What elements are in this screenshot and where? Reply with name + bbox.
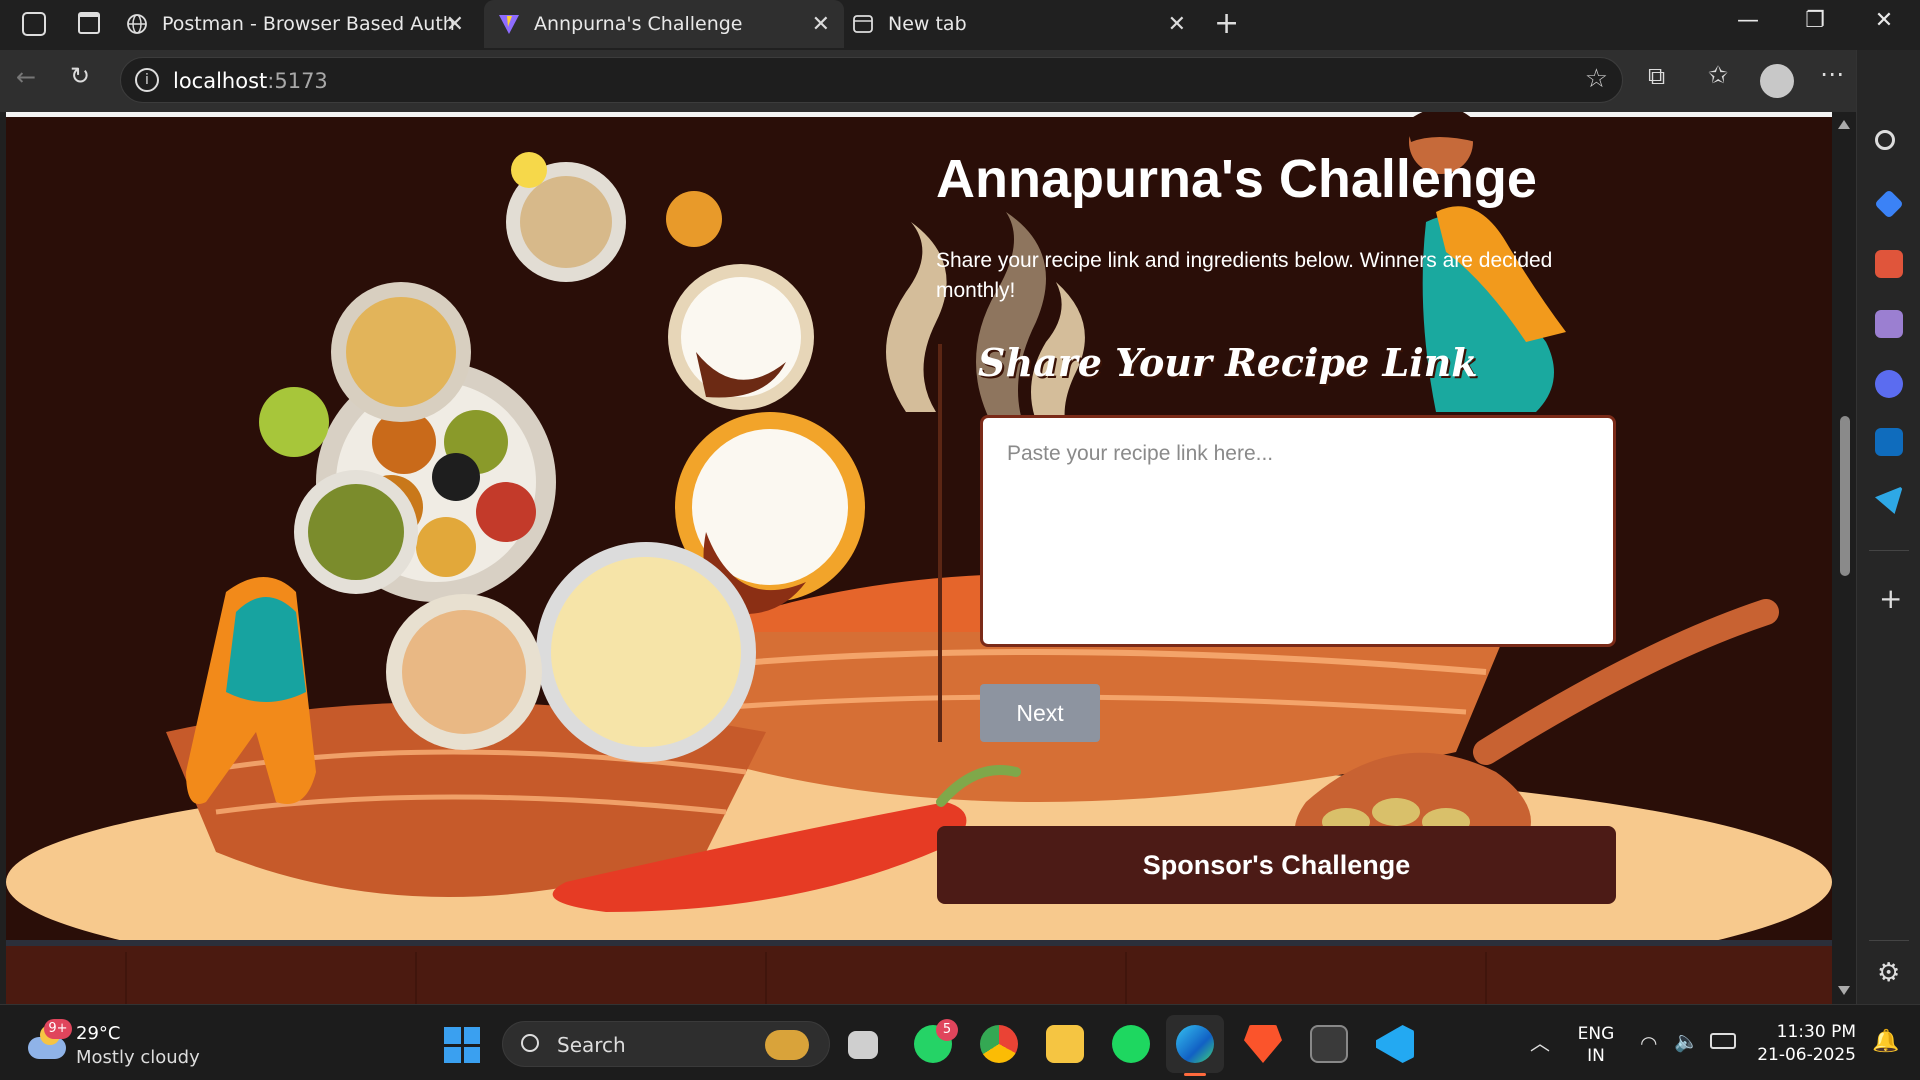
close-tab-icon[interactable]: ✕ <box>1168 12 1186 37</box>
notifications-bell-icon[interactable]: 🔔 <box>1872 1029 1899 1054</box>
extensions-icon[interactable]: ⧉ <box>1648 62 1665 90</box>
weather-condition: Mostly cloudy <box>76 1047 200 1068</box>
terminal-icon[interactable] <box>1310 1025 1348 1063</box>
next-button[interactable]: Next <box>980 684 1100 742</box>
windows-logo-pane <box>463 1046 480 1063</box>
windows-logo-pane <box>444 1027 461 1044</box>
tab-label: Postman - Browser Based Auth <box>162 13 455 35</box>
sidebar-divider <box>1869 940 1909 941</box>
vscode-icon[interactable] <box>1376 1025 1414 1063</box>
tab-annapurna[interactable]: Annpurna's Challenge ✕ <box>484 0 844 48</box>
favorites-icon[interactable]: ✩ <box>1708 61 1728 89</box>
tab-label: New tab <box>888 13 967 35</box>
time: 11:30 PM <box>1776 1022 1856 1042</box>
games-icon[interactable] <box>1875 310 1903 338</box>
wifi-icon[interactable]: ◠ <box>1640 1031 1657 1055</box>
more-menu-icon[interactable]: ⋯ <box>1820 60 1844 88</box>
language-indicator[interactable]: ENG IN <box>1576 1023 1616 1067</box>
navigation-bar: ← ↻ i localhost:5173 ☆ ⧉ ✩ ⋯ <box>0 50 1920 112</box>
search-icon[interactable] <box>1875 130 1895 150</box>
tools-icon[interactable] <box>1875 250 1903 278</box>
tab-new[interactable]: New tab ✕ <box>852 0 1200 48</box>
page-subtitle: Share your recipe link and ingredients b… <box>936 249 1553 302</box>
edge-sidebar: + ⚙ <box>1856 50 1920 1004</box>
task-view-icon[interactable] <box>848 1031 878 1059</box>
tab-label: Annpurna's Challenge <box>534 13 743 35</box>
new-tab-icon <box>852 13 874 35</box>
windows-logo-pane <box>463 1027 480 1044</box>
active-app-indicator <box>1184 1073 1206 1076</box>
copilot-app-icon[interactable] <box>1875 370 1903 398</box>
windows-logo-pane <box>444 1046 461 1063</box>
file-explorer-icon[interactable] <box>1046 1025 1084 1063</box>
tab-strip: Postman - Browser Based Auth ✕ Annpurna'… <box>0 0 1920 50</box>
scroll-down-icon[interactable] <box>1838 986 1850 995</box>
settings-gear-icon[interactable]: ⚙ <box>1877 958 1900 988</box>
clock[interactable]: 11:30 PM 21-06-2025 <box>1756 1021 1856 1067</box>
taskbar-search[interactable]: Search <box>502 1021 830 1067</box>
spotify-icon[interactable] <box>1112 1025 1150 1063</box>
address-bar[interactable]: i localhost:5173 ☆ <box>120 57 1623 103</box>
close-tab-icon[interactable]: ✕ <box>446 12 464 37</box>
recipe-link-input[interactable] <box>980 415 1616 647</box>
workspaces-icon[interactable] <box>22 12 46 36</box>
page-viewport: Annapurna's Challenge Share your recipe … <box>6 112 1832 1004</box>
back-icon[interactable]: ← <box>16 63 36 91</box>
restore-icon[interactable]: ❐ <box>1800 8 1830 33</box>
volume-icon[interactable]: 🔈 <box>1674 1029 1699 1053</box>
close-tab-icon[interactable]: ✕ <box>812 12 830 37</box>
scrollbar-thumb[interactable] <box>1840 416 1850 576</box>
region-code: IN <box>1587 1046 1605 1066</box>
minimize-icon[interactable]: — <box>1733 8 1763 33</box>
site-info-icon[interactable]: i <box>135 68 159 92</box>
weather-widget[interactable]: 9+ 29°C Mostly cloudy <box>26 1019 206 1068</box>
add-icon[interactable]: + <box>1879 582 1902 615</box>
vite-logo-icon <box>498 13 520 35</box>
sponsor-challenge-button[interactable]: Sponsor's Challenge <box>937 826 1616 904</box>
brave-icon[interactable] <box>1244 1025 1282 1063</box>
globe-icon <box>126 13 148 35</box>
outlook-icon[interactable] <box>1875 428 1903 456</box>
sidebar-divider <box>1869 550 1909 551</box>
search-label: Search <box>557 1033 626 1057</box>
chrome-icon[interactable] <box>980 1025 1018 1063</box>
tray-chevron-icon[interactable]: ︿ <box>1530 1027 1550 1056</box>
shopping-tag-icon[interactable] <box>1874 189 1904 219</box>
new-tab-plus-icon[interactable]: + <box>1214 6 1239 41</box>
send-icon[interactable] <box>1875 486 1903 514</box>
edge-icon[interactable] <box>1176 1025 1214 1063</box>
tab-actions-icon[interactable] <box>78 12 100 34</box>
favorite-star-icon[interactable]: ☆ <box>1585 64 1608 94</box>
recipe-link-heading: Share Your Recipe Link <box>978 340 1478 385</box>
url-text[interactable]: localhost:5173 <box>173 69 328 93</box>
tab-postman[interactable]: Postman - Browser Based Auth ✕ <box>126 0 478 48</box>
temperature: 29°C <box>76 1023 121 1044</box>
page-scrollbar[interactable] <box>1832 112 1856 1004</box>
close-window-icon[interactable]: ✕ <box>1869 8 1899 33</box>
weather-badge: 9+ <box>44 1019 72 1039</box>
whatsapp-badge: 5 <box>936 1019 958 1041</box>
profile-avatar[interactable] <box>1760 64 1794 98</box>
battery-icon[interactable] <box>1710 1033 1736 1049</box>
start-button[interactable] <box>444 1027 480 1063</box>
refresh-icon[interactable]: ↻ <box>70 62 90 90</box>
scroll-up-icon[interactable] <box>1838 120 1850 129</box>
page-title: Annapurna's Challenge <box>936 149 1537 209</box>
date: 21-06-2025 <box>1757 1045 1856 1065</box>
search-icon <box>521 1034 539 1052</box>
windows-taskbar: 9+ 29°C Mostly cloudy Search 5 ︿ ENG IN … <box>0 1004 1920 1080</box>
search-highlight-icon <box>765 1030 809 1060</box>
form-divider <box>938 344 942 742</box>
language-code: ENG <box>1577 1024 1615 1044</box>
